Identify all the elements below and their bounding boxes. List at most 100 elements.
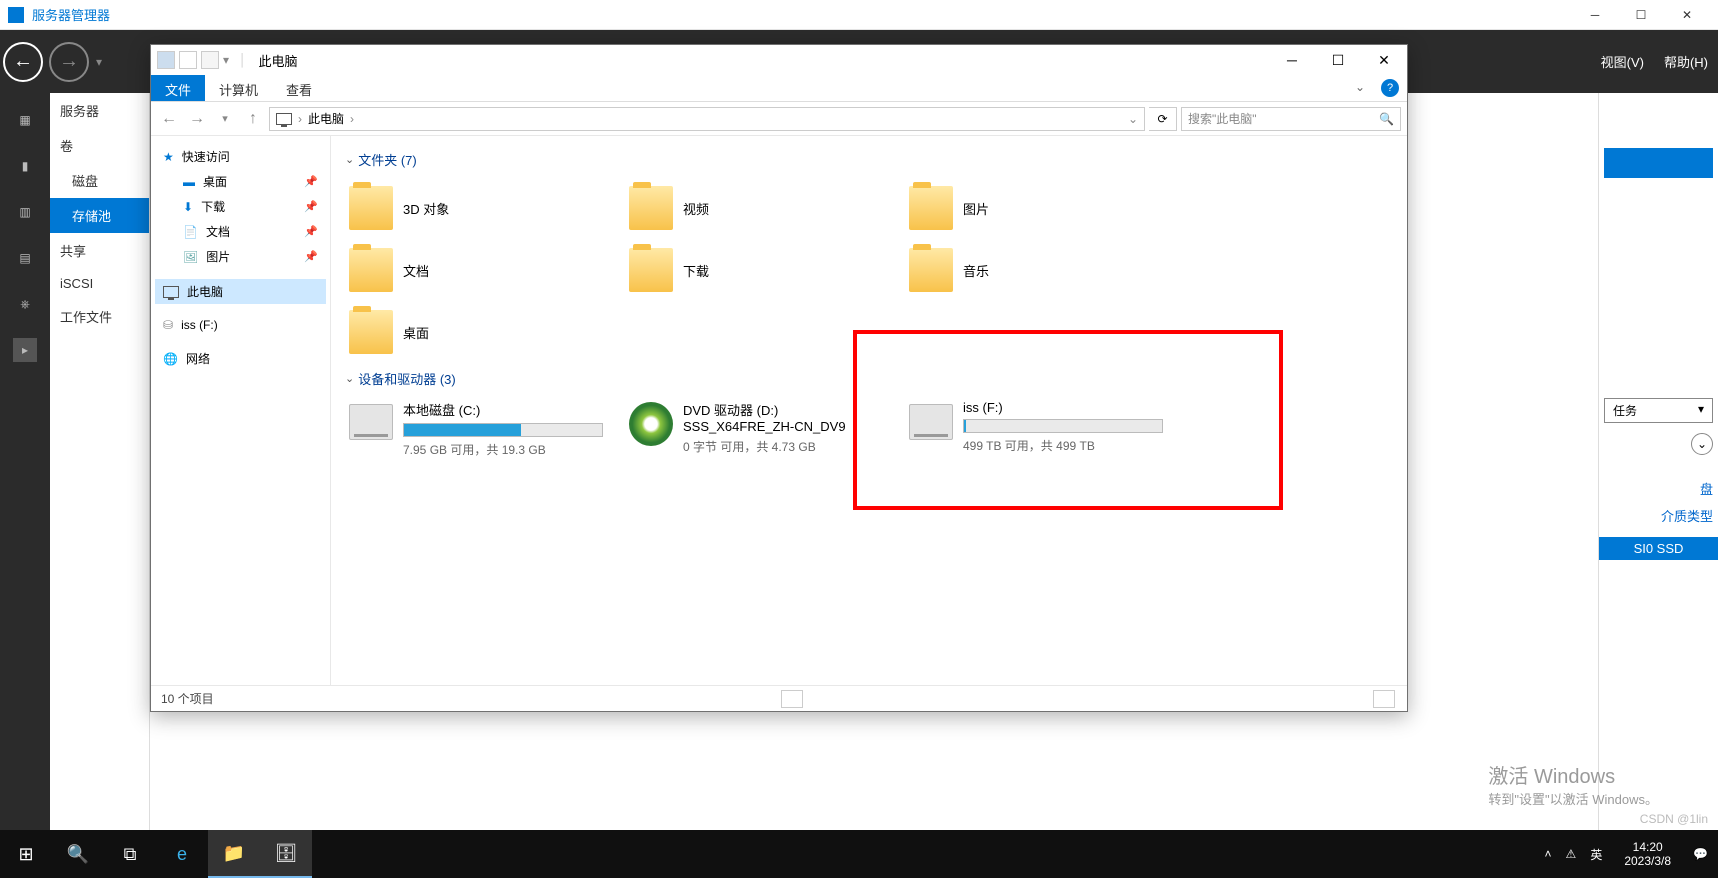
sidebar-item-server[interactable]: 服务器 [50, 93, 149, 128]
view-menu[interactable]: 视图(V) [1591, 52, 1654, 71]
help-icon[interactable]: ? [1381, 79, 1399, 97]
folder-3d-objects[interactable]: 3D 对象 [345, 177, 625, 239]
folder-downloads[interactable]: 下载 [625, 239, 905, 301]
breadcrumb-root[interactable]: 此电脑 [308, 110, 344, 127]
nav-desktop[interactable]: ▬桌面📌 [155, 169, 326, 194]
address-dropdown-icon[interactable]: ⌄ [1128, 112, 1138, 126]
forward-button[interactable]: → [185, 107, 209, 131]
forward-arrow-icon[interactable]: → [49, 42, 89, 82]
tab-computer[interactable]: 计算机 [205, 75, 272, 101]
tab-view[interactable]: 查看 [272, 75, 326, 101]
explorer-minimize-button[interactable]: ─ [1269, 45, 1315, 75]
hdd-icon [349, 404, 393, 440]
storage-icon[interactable]: ▸ [13, 338, 37, 362]
explorer-statusbar: 10 个项目 [151, 685, 1407, 711]
pc-qat-icon[interactable] [157, 51, 175, 69]
nav-quick-access[interactable]: ★快速访问 [155, 144, 326, 169]
new-folder-qat-icon[interactable] [201, 51, 219, 69]
sidebar-item-share[interactable]: 共享 [50, 233, 149, 268]
sidebar-item-pool[interactable]: 存储池 [50, 198, 149, 233]
server-manager-right-pane: 任务▾ ⌄ 盘 介质类型 SI0 SSD [1598, 93, 1718, 830]
clock[interactable]: 14:20 2023/3/8 [1616, 840, 1679, 869]
role-icon[interactable]: ⎈ [13, 292, 37, 316]
search-icon: 🔍 [1379, 112, 1394, 126]
server-manager-taskbar-button[interactable]: 🗄 [260, 830, 312, 878]
explorer-taskbar-button[interactable]: 📁 [208, 830, 260, 878]
nav-iss-drive[interactable]: ⛁iss (F:) [155, 314, 326, 336]
disk-link[interactable]: 盘 [1599, 475, 1718, 502]
file-services-icon[interactable]: ▤ [13, 246, 37, 270]
folder-pictures[interactable]: 图片 [905, 177, 1185, 239]
ssd-tag: SI0 SSD [1599, 537, 1718, 560]
local-server-icon[interactable]: ▮ [13, 154, 37, 178]
dropdown-caret-icon[interactable]: ▾ [96, 55, 102, 69]
start-button[interactable]: ⊞ [0, 830, 52, 878]
notifications-icon[interactable]: 💬 [1693, 847, 1708, 861]
up-button[interactable]: ↑ [241, 107, 265, 131]
properties-qat-icon[interactable] [179, 51, 197, 69]
dashboard-icon[interactable]: ▦ [13, 108, 37, 132]
ie-button[interactable]: e [156, 830, 208, 878]
details-view-button[interactable] [781, 690, 803, 708]
explorer-maximize-button[interactable]: ☐ [1315, 45, 1361, 75]
search-input[interactable]: 搜索"此电脑" 🔍 [1181, 107, 1401, 131]
nav-downloads[interactable]: ⬇下载📌 [155, 194, 326, 219]
all-servers-icon[interactable]: ▥ [13, 200, 37, 224]
sidebar-item-workfile[interactable]: 工作文件 [50, 299, 149, 334]
help-menu[interactable]: 帮助(H) [1654, 52, 1718, 71]
explorer-title: 此电脑 [259, 51, 1269, 70]
quick-access-toolbar: ▾ [151, 51, 235, 69]
server-manager-sidebar: 服务器 卷 磁盘 存储池 共享 iSCSI 工作文件 [50, 93, 150, 830]
tray-chevron-icon[interactable]: ˄ [1545, 847, 1552, 861]
media-type-link[interactable]: 介质类型 [1599, 502, 1718, 529]
drive-f[interactable]: iss (F:) 499 TB 可用，共 499 TB [905, 396, 1185, 462]
hdd-icon [909, 404, 953, 440]
ribbon-collapse-icon[interactable]: ⌄ [1347, 75, 1373, 101]
folder-videos[interactable]: 视频 [625, 177, 905, 239]
search-placeholder: 搜索"此电脑" [1188, 110, 1257, 127]
network-warning-icon[interactable]: ⚠ [1566, 847, 1577, 861]
nav-this-pc[interactable]: 此电脑 [155, 279, 326, 304]
task-dropdown[interactable]: 任务▾ [1604, 398, 1713, 423]
back-button[interactable]: ← [157, 107, 181, 131]
blue-header-bar [1604, 148, 1713, 178]
tab-file[interactable]: 文件 [151, 75, 205, 101]
folder-desktop[interactable]: 桌面 [345, 301, 625, 363]
explorer-titlebar: ▾ │ 此电脑 ─ ☐ ✕ [151, 45, 1407, 75]
qat-dropdown-icon[interactable]: ▾ [223, 53, 229, 67]
minimize-button[interactable]: ─ [1572, 0, 1618, 30]
file-explorer-window: ▾ │ 此电脑 ─ ☐ ✕ 文件 计算机 查看 ⌄ ? ← → ▾ ↑ › 此电… [150, 44, 1408, 712]
explorer-close-button[interactable]: ✕ [1361, 45, 1407, 75]
explorer-nav-pane: ★快速访问 ▬桌面📌 ⬇下载📌 📄文档📌 🖼图片📌 此电脑 ⛁iss (F:) … [151, 136, 331, 685]
maximize-button[interactable]: ☐ [1618, 0, 1664, 30]
sidebar-item-disk[interactable]: 磁盘 [50, 163, 149, 198]
group-header-drives[interactable]: 设备和驱动器 (3) [345, 369, 1393, 388]
activation-watermark: 激活 Windows 转到"设置"以激活 Windows。 [1488, 760, 1658, 808]
folder-documents[interactable]: 文档 [345, 239, 625, 301]
close-button[interactable]: ✕ [1664, 0, 1710, 30]
group-header-folders[interactable]: 文件夹 (7) [345, 150, 1393, 169]
address-input[interactable]: › 此电脑 › ⌄ [269, 107, 1145, 131]
ime-indicator[interactable]: 英 [1590, 846, 1602, 863]
history-dropdown-icon[interactable]: ▾ [213, 107, 237, 131]
app-title: 服务器管理器 [32, 5, 1572, 24]
sidebar-item-volume[interactable]: 卷 [50, 128, 149, 163]
expand-chevron-icon[interactable]: ⌄ [1691, 433, 1713, 455]
search-button[interactable]: 🔍 [52, 830, 104, 878]
sidebar-item-iscsi[interactable]: iSCSI [50, 268, 149, 299]
task-view-button[interactable]: ⧉ [104, 830, 156, 878]
nav-network[interactable]: 🌐网络 [155, 346, 326, 371]
icons-view-button[interactable] [1373, 690, 1395, 708]
drive-c[interactable]: 本地磁盘 (C:) 7.95 GB 可用，共 19.3 GB [345, 396, 625, 462]
drive-d[interactable]: DVD 驱动器 (D:) SSS_X64FRE_ZH-CN_DV9 0 字节 可… [625, 396, 905, 462]
nav-pictures[interactable]: 🖼图片📌 [155, 244, 326, 269]
refresh-button[interactable]: ⟳ [1149, 107, 1177, 131]
item-count: 10 个项目 [161, 690, 214, 707]
system-tray: ˄ ⚠ 英 14:20 2023/3/8 💬 [1535, 840, 1718, 869]
nav-documents[interactable]: 📄文档📌 [155, 219, 326, 244]
server-manager-titlebar: 服务器管理器 ─ ☐ ✕ [0, 0, 1718, 30]
explorer-content: 文件夹 (7) 3D 对象 视频 图片 文档 下载 音乐 桌面 设备和驱动器 (… [331, 136, 1407, 685]
folder-music[interactable]: 音乐 [905, 239, 1185, 301]
server-manager-rail: ▦ ▮ ▥ ▤ ⎈ ▸ [0, 93, 50, 830]
back-arrow-icon[interactable]: ← [3, 42, 43, 82]
